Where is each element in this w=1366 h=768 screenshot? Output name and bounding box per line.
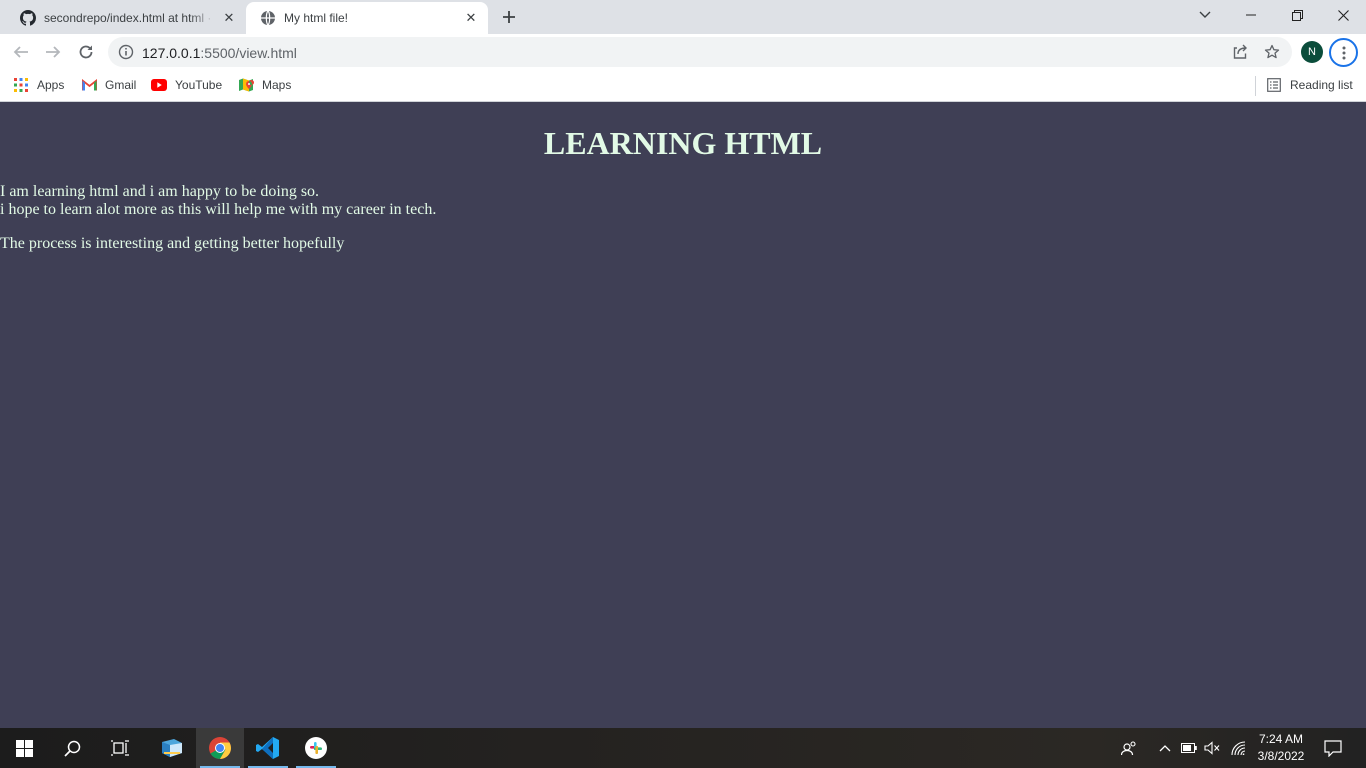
bookmarks-bar: Apps Gmail YouTube Maps Reading list xyxy=(0,70,1366,102)
taskbar-slack[interactable] xyxy=(292,728,340,768)
slack-icon xyxy=(305,737,327,759)
back-button[interactable] xyxy=(7,38,35,66)
reading-list-label: Reading list xyxy=(1290,78,1353,92)
url-text: 127.0.0.1:5500/view.html xyxy=(142,45,297,61)
bookmark-maps[interactable]: Maps xyxy=(238,76,291,94)
task-view-button[interactable] xyxy=(96,728,144,768)
more-vertical-icon xyxy=(1342,46,1345,59)
reload-button[interactable] xyxy=(72,38,100,66)
forward-button[interactable] xyxy=(39,38,67,66)
tab-title: My html file! xyxy=(284,11,349,25)
plus-icon xyxy=(503,11,515,23)
close-window-button[interactable] xyxy=(1320,0,1366,30)
volume-button[interactable] xyxy=(1202,738,1222,758)
taskbar-vscode[interactable] xyxy=(244,728,292,768)
volume-muted-icon xyxy=(1204,741,1220,755)
reading-list-icon xyxy=(1266,77,1282,93)
bookmark-label: Apps xyxy=(37,78,65,92)
restore-button[interactable] xyxy=(1274,0,1320,30)
notification-icon xyxy=(1324,739,1342,757)
tab-close-icon[interactable]: ✕ xyxy=(463,10,479,26)
url-path: :5500/view.html xyxy=(200,45,297,61)
browser-toolbar: 127.0.0.1:5500/view.html N xyxy=(0,34,1366,70)
bookmark-youtube[interactable]: YouTube xyxy=(151,76,222,94)
apps-grid-icon xyxy=(13,77,29,93)
share-icon[interactable] xyxy=(1232,44,1248,60)
address-bar[interactable]: 127.0.0.1:5500/view.html xyxy=(108,37,1292,67)
vscode-icon xyxy=(256,737,279,759)
youtube-icon xyxy=(151,77,167,93)
bookmarks-separator xyxy=(1255,76,1256,96)
reload-icon xyxy=(79,45,93,59)
battery-icon xyxy=(1181,743,1197,753)
tab-search-button[interactable] xyxy=(1182,0,1228,30)
bookmark-label: Gmail xyxy=(105,78,137,92)
minimize-icon xyxy=(1246,14,1256,16)
start-button[interactable] xyxy=(0,728,48,768)
chrome-icon xyxy=(209,737,231,759)
globe-icon xyxy=(261,10,275,26)
chevron-down-icon xyxy=(1199,11,1211,18)
taskbar-chrome[interactable] xyxy=(196,728,244,768)
paragraph-2: The process is interesting and getting b… xyxy=(0,235,345,252)
tab-close-icon[interactable]: ✕ xyxy=(221,10,237,26)
tab-github[interactable]: secondrepo/index.html at html · ✕ xyxy=(0,2,246,34)
tab-strip: secondrepo/index.html at html · ✕ My htm… xyxy=(0,0,1366,34)
close-icon xyxy=(1337,9,1349,21)
tab-title: secondrepo/index.html at html · xyxy=(44,11,212,25)
site-info-icon[interactable] xyxy=(118,44,134,60)
bookmark-gmail[interactable]: Gmail xyxy=(81,76,136,94)
people-icon xyxy=(1121,741,1136,756)
wifi-icon xyxy=(1231,741,1246,756)
search-icon xyxy=(63,740,80,757)
restore-icon xyxy=(1291,9,1303,21)
network-button[interactable] xyxy=(1228,738,1248,758)
page-heading: LEARNING HTML xyxy=(543,125,823,161)
arrow-left-icon xyxy=(13,46,28,58)
system-clock[interactable]: 7:24 AM 3/8/2022 xyxy=(1250,731,1312,765)
bookmark-label: Maps xyxy=(262,78,292,92)
battery-status[interactable] xyxy=(1179,738,1199,758)
profile-avatar[interactable]: N xyxy=(1301,41,1323,63)
file-explorer-icon xyxy=(162,739,182,757)
github-icon xyxy=(20,10,36,26)
taskbar-search-button[interactable] xyxy=(48,728,96,768)
new-tab-button[interactable] xyxy=(498,6,520,28)
clock-time: 7:24 AM xyxy=(1258,732,1304,746)
minimize-button[interactable] xyxy=(1228,0,1274,30)
taskbar-file-explorer[interactable] xyxy=(148,728,196,768)
clock-date: 3/8/2022 xyxy=(1257,749,1305,763)
windows-start-icon xyxy=(15,739,33,757)
bookmark-star-icon[interactable] xyxy=(1264,44,1280,60)
menu-button[interactable] xyxy=(1329,38,1358,67)
maps-icon xyxy=(238,77,254,93)
show-hidden-icons-button[interactable] xyxy=(1155,738,1175,758)
url-host: 127.0.0.1 xyxy=(142,45,201,61)
reading-list-button[interactable]: Reading list xyxy=(1266,76,1353,94)
page-viewport: LEARNING HTML I am learning html and i a… xyxy=(0,103,1366,728)
paragraph-line-2: i hope to learn alot more as this will h… xyxy=(0,201,437,218)
action-center-button[interactable] xyxy=(1323,738,1343,758)
gmail-icon xyxy=(81,77,97,93)
windows-taskbar: 7:24 AM 3/8/2022 xyxy=(0,728,1366,768)
task-view-icon xyxy=(111,740,129,756)
people-button[interactable] xyxy=(1119,738,1139,758)
paragraph-line-1: I am learning html and i am happy to be … xyxy=(0,183,320,200)
tab-active[interactable]: My html file! ✕ xyxy=(246,2,488,34)
bookmark-apps[interactable]: Apps xyxy=(13,76,64,94)
chevron-up-icon xyxy=(1159,745,1171,752)
arrow-right-icon xyxy=(46,46,61,58)
bookmark-label: YouTube xyxy=(175,78,223,92)
